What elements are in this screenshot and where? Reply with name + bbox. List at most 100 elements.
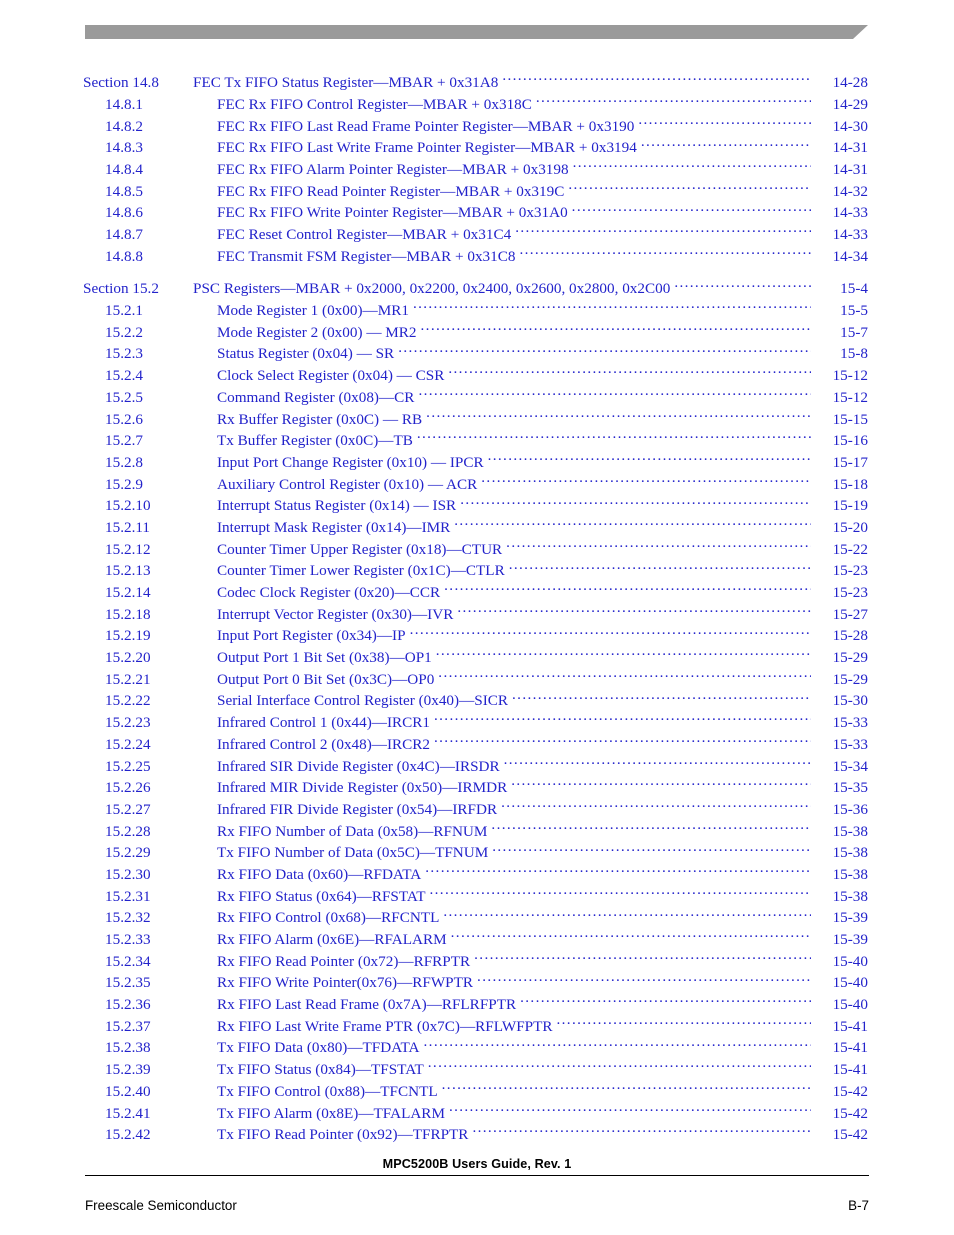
toc-entry[interactable]: 15.2.37 Rx FIFO Last Write Frame PTR (0x7…: [0, 1016, 954, 1038]
toc-entry-title[interactable]: Output Port 0 Bit Set (0x3C)—OP0: [217, 669, 438, 691]
toc-entry[interactable]: 15.2.33 Rx FIFO Alarm (0x6E)—RFALARM 15-39: [0, 929, 954, 951]
toc-entry[interactable]: 14.8.5 FEC Rx FIFO Read Pointer Register—…: [0, 180, 954, 202]
toc-entry[interactable]: 14.8.7 FEC Reset Control Register—MBAR + …: [0, 224, 954, 246]
toc-entry[interactable]: 15.2.36 Rx FIFO Last Read Frame (0x7A)—RF…: [0, 994, 954, 1016]
toc-entry-title[interactable]: Counter Timer Lower Register (0x1C)—CTLR: [217, 560, 509, 582]
toc-entry[interactable]: 14.8.6 FEC Rx FIFO Write Pointer Register…: [0, 202, 954, 224]
toc-entry-title[interactable]: Rx FIFO Number of Data (0x58)—RFNUM: [217, 821, 491, 843]
toc-entry-title[interactable]: Rx FIFO Last Write Frame PTR (0x7C)—RFLW…: [217, 1016, 557, 1038]
toc-entry-title[interactable]: Interrupt Status Register (0x14) — ISR: [217, 495, 460, 517]
toc-entry-title[interactable]: Rx FIFO Last Read Frame (0x7A)—RFLRFPTR: [217, 994, 520, 1016]
toc-entry[interactable]: 15.2.35 Rx FIFO Write Pointer(0x76)—RFWPT…: [0, 972, 954, 994]
toc-entry-title[interactable]: Tx FIFO Control (0x88)—TFCNTL: [217, 1081, 442, 1103]
toc-entry[interactable]: 15.2.1 Mode Register 1 (0x00)—MR1 15-5: [0, 300, 954, 322]
toc-entry-title[interactable]: Infrared SIR Divide Register (0x4C)—IRSD…: [217, 756, 504, 778]
toc-entry-title[interactable]: Auxiliary Control Register (0x10) — ACR: [217, 474, 481, 496]
toc-entry[interactable]: 15.2.7 Tx Buffer Register (0x0C)—TB 15-16: [0, 430, 954, 452]
toc-entry[interactable]: 15.2.31 Rx FIFO Status (0x64)—RFSTAT 15-38: [0, 885, 954, 907]
toc-entry-title[interactable]: Codec Clock Register (0x20)—CCR: [217, 582, 444, 604]
toc-entry[interactable]: 15.2.39 Tx FIFO Status (0x84)—TFSTAT 15-41: [0, 1059, 954, 1081]
toc-dot-leader: [449, 1102, 811, 1117]
toc-entry[interactable]: 15.2.9 Auxiliary Control Register (0x10) …: [0, 473, 954, 495]
toc-entry-title[interactable]: Interrupt Vector Register (0x30)—IVR: [217, 604, 457, 626]
toc-entry[interactable]: Section 14.8 FEC Tx FIFO Status Register—…: [0, 72, 954, 94]
toc-entry-title[interactable]: Tx FIFO Read Pointer (0x92)—TFRPTR: [217, 1124, 472, 1146]
toc-entry-title[interactable]: PSC Registers—MBAR + 0x2000, 0x2200, 0x2…: [193, 278, 674, 300]
toc-entry-title[interactable]: Tx FIFO Data (0x80)—TFDATA: [217, 1037, 424, 1059]
toc-entry[interactable]: 15.2.8 Input Port Change Register (0x10) …: [0, 452, 954, 474]
toc-entry-title[interactable]: Rx FIFO Data (0x60)—RFDATA: [217, 864, 425, 886]
toc-entry[interactable]: 14.8.3 FEC Rx FIFO Last Write Frame Point…: [0, 137, 954, 159]
toc-entry-title[interactable]: Tx FIFO Alarm (0x8E)—TFALARM: [217, 1103, 449, 1125]
toc-entry[interactable]: 14.8.1 FEC Rx FIFO Control Register—MBAR …: [0, 94, 954, 116]
toc-entry[interactable]: 15.2.4 Clock Select Register (0x04) — CSR…: [0, 365, 954, 387]
toc-entry[interactable]: 15.2.27 Infrared FIR Divide Register (0x5…: [0, 799, 954, 821]
toc-entry-title[interactable]: FEC Rx FIFO Alarm Pointer Register—MBAR …: [217, 159, 573, 181]
toc-entry-title[interactable]: Command Register (0x08)—CR: [217, 387, 418, 409]
toc-entry-title[interactable]: Rx FIFO Alarm (0x6E)—RFALARM: [217, 929, 451, 951]
toc-entry-title[interactable]: FEC Rx FIFO Write Pointer Register—MBAR …: [217, 202, 572, 224]
toc-entry-title[interactable]: Infrared MIR Divide Register (0x50)—IRMD…: [217, 777, 511, 799]
toc-entry-title[interactable]: Infrared FIR Divide Register (0x54)—IRFD…: [217, 799, 501, 821]
toc-entry[interactable]: 15.2.20 Output Port 1 Bit Set (0x38)—OP1 1…: [0, 647, 954, 669]
toc-entry[interactable]: 15.2.12 Counter Timer Upper Register (0x1…: [0, 538, 954, 560]
toc-entry[interactable]: 15.2.6 Rx Buffer Register (0x0C) — RB 15-1…: [0, 408, 954, 430]
toc-entry[interactable]: 14.8.8 FEC Transmit FSM Register—MBAR + 0…: [0, 246, 954, 268]
toc-entry-title[interactable]: Tx FIFO Number of Data (0x5C)—TFNUM: [217, 842, 492, 864]
toc-entry-title[interactable]: Tx FIFO Status (0x84)—TFSTAT: [217, 1059, 428, 1081]
toc-entry-title[interactable]: Output Port 1 Bit Set (0x38)—OP1: [217, 647, 436, 669]
toc-entry[interactable]: 15.2.5 Command Register (0x08)—CR 15-12: [0, 387, 954, 409]
toc-entry[interactable]: 15.2.32 Rx FIFO Control (0x68)—RFCNTL 15-3…: [0, 907, 954, 929]
toc-entry[interactable]: 15.2.23 Infrared Control 1 (0x44)—IRCR1 15…: [0, 712, 954, 734]
toc-entry[interactable]: 15.2.29 Tx FIFO Number of Data (0x5C)—TFN…: [0, 842, 954, 864]
toc-entry[interactable]: 15.2.11 Interrupt Mask Register (0x14)—IM…: [0, 517, 954, 539]
toc-entry-title[interactable]: Mode Register 1 (0x00)—MR1: [217, 300, 413, 322]
toc-entry[interactable]: 15.2.3 Status Register (0x04) — SR 15-8: [0, 343, 954, 365]
toc-entry[interactable]: 15.2.10 Interrupt Status Register (0x14) …: [0, 495, 954, 517]
toc-entry-title[interactable]: Mode Register 2 (0x00) — MR2: [217, 322, 421, 344]
toc-entry[interactable]: 15.2.25 Infrared SIR Divide Register (0x4…: [0, 755, 954, 777]
toc-entry-title[interactable]: Infrared Control 1 (0x44)—IRCR1: [217, 712, 434, 734]
toc-entry-title[interactable]: Status Register (0x04) — SR: [217, 343, 398, 365]
toc-entry-title[interactable]: Rx FIFO Status (0x64)—RFSTAT: [217, 886, 430, 908]
toc-entry[interactable]: 15.2.42 Tx FIFO Read Pointer (0x92)—TFRPT…: [0, 1124, 954, 1146]
toc-entry[interactable]: 15.2.13 Counter Timer Lower Register (0x1…: [0, 560, 954, 582]
toc-entry-title[interactable]: FEC Reset Control Register—MBAR + 0x31C4: [217, 224, 515, 246]
toc-entry[interactable]: Section 15.2 PSC Registers—MBAR + 0x2000,…: [0, 278, 954, 300]
toc-entry[interactable]: 15.2.22 Serial Interface Control Register…: [0, 690, 954, 712]
toc-entry-title[interactable]: Input Port Change Register (0x10) — IPCR: [217, 452, 488, 474]
toc-entry[interactable]: 15.2.18 Interrupt Vector Register (0x30)—…: [0, 604, 954, 626]
toc-entry[interactable]: 15.2.24 Infrared Control 2 (0x48)—IRCR2 15…: [0, 734, 954, 756]
toc-entry[interactable]: 15.2.30 Rx FIFO Data (0x60)—RFDATA 15-38: [0, 864, 954, 886]
toc-entry-title[interactable]: FEC Rx FIFO Read Pointer Register—MBAR +…: [217, 181, 568, 203]
toc-entry-number: 14.8.2: [105, 117, 143, 135]
toc-entry-title[interactable]: Rx FIFO Read Pointer (0x72)—RFRPTR: [217, 951, 474, 973]
toc-entry-title[interactable]: Serial Interface Control Register (0x40)…: [217, 690, 512, 712]
toc-entry[interactable]: 14.8.2 FEC Rx FIFO Last Read Frame Pointe…: [0, 115, 954, 137]
toc-entry-title[interactable]: FEC Rx FIFO Last Write Frame Pointer Reg…: [217, 137, 641, 159]
toc-entry-title[interactable]: Counter Timer Upper Register (0x18)—CTUR: [217, 539, 506, 561]
toc-entry[interactable]: 15.2.38 Tx FIFO Data (0x80)—TFDATA 15-41: [0, 1037, 954, 1059]
toc-entry[interactable]: 15.2.19 Input Port Register (0x34)—IP 15-2…: [0, 625, 954, 647]
toc-entry[interactable]: 15.2.21 Output Port 0 Bit Set (0x3C)—OP0 1…: [0, 669, 954, 691]
toc-entry-title[interactable]: Infrared Control 2 (0x48)—IRCR2: [217, 734, 434, 756]
toc-entry[interactable]: 14.8.4 FEC Rx FIFO Alarm Pointer Register…: [0, 159, 954, 181]
toc-entry-title[interactable]: Clock Select Register (0x04) — CSR: [217, 365, 448, 387]
toc-entry-title[interactable]: Interrupt Mask Register (0x14)—IMR: [217, 517, 454, 539]
toc-entry-title[interactable]: Rx FIFO Write Pointer(0x76)—RFWPTR: [217, 972, 477, 994]
toc-entry[interactable]: 15.2.26 Infrared MIR Divide Register (0x5…: [0, 777, 954, 799]
toc-entry[interactable]: 15.2.14 Codec Clock Register (0x20)—CCR 15…: [0, 582, 954, 604]
toc-entry-title[interactable]: FEC Rx FIFO Control Register—MBAR + 0x31…: [217, 94, 536, 116]
toc-entry[interactable]: 15.2.28 Rx FIFO Number of Data (0x58)—RFN…: [0, 820, 954, 842]
toc-entry-title[interactable]: FEC Transmit FSM Register—MBAR + 0x31C8: [217, 246, 519, 268]
toc-entry-title[interactable]: Tx Buffer Register (0x0C)—TB: [217, 430, 417, 452]
toc-entry-title[interactable]: Rx FIFO Control (0x68)—RFCNTL: [217, 907, 443, 929]
toc-entry-title[interactable]: FEC Rx FIFO Last Read Frame Pointer Regi…: [217, 116, 638, 138]
toc-entry[interactable]: 15.2.40 Tx FIFO Control (0x88)—TFCNTL 15-4…: [0, 1081, 954, 1103]
toc-entry[interactable]: 15.2.34 Rx FIFO Read Pointer (0x72)—RFRPT…: [0, 951, 954, 973]
toc-entry-title[interactable]: Rx Buffer Register (0x0C) — RB: [217, 409, 426, 431]
toc-entry[interactable]: 15.2.2 Mode Register 2 (0x00) — MR2 15-7: [0, 322, 954, 344]
toc-entry[interactable]: 15.2.41 Tx FIFO Alarm (0x8E)—TFALARM 15-42: [0, 1102, 954, 1124]
toc-entry-title[interactable]: FEC Tx FIFO Status Register—MBAR + 0x31A…: [193, 72, 502, 94]
toc-entry-title[interactable]: Input Port Register (0x34)—IP: [217, 625, 410, 647]
